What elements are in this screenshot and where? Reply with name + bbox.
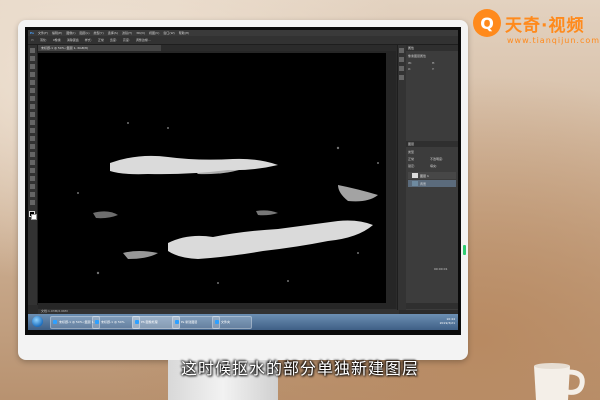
layer-actions-bar (406, 303, 458, 309)
menu-item[interactable]: 文件(F) (38, 31, 48, 35)
dodge-tool-icon[interactable] (30, 152, 35, 157)
layer-name: 背景 (420, 181, 427, 186)
crop-tool-icon[interactable] (30, 80, 35, 85)
system-tray-clock[interactable]: 10:44 2019/3/21 (440, 317, 455, 325)
history-icon[interactable] (399, 48, 404, 53)
options-bar: ▭ 羽化: 0像素 消除锯齿 样式: 正常 宽度: 高度: 调整边缘... (28, 36, 458, 45)
property-x: X: (408, 67, 412, 71)
layer-row-layer-1[interactable]: 图层 1 (408, 172, 456, 179)
right-panels: 属性 像素图层属性 W: H: X: Y: 图层 类型 正常 不透明度: 锁定:… (406, 45, 458, 310)
property-y: Y: (432, 67, 435, 71)
start-button[interactable] (32, 316, 43, 327)
ps-logo-icon[interactable]: Ps (30, 31, 34, 35)
monitor-power-light (463, 245, 466, 255)
monitor-bezel: Ps 文件(F) 编辑(E) 图像(I) 图层(L) 类型(Y) 选择(S) 滤… (25, 27, 461, 335)
brand-logo-icon: Q (473, 9, 501, 37)
option-label: 羽化: (39, 38, 47, 42)
type-tool-icon[interactable] (30, 168, 35, 173)
brand-name: 天奇·视频 (505, 16, 585, 36)
photoshop-window: Ps 文件(F) 编辑(E) 图像(I) 图层(L) 类型(Y) 选择(S) 滤… (28, 30, 458, 330)
refine-edge-button[interactable]: 调整边缘... (136, 38, 151, 42)
menu-item[interactable]: 帮助(H) (179, 31, 190, 35)
option-label: 样式: (84, 38, 92, 42)
brush-preset-icon[interactable] (399, 66, 404, 71)
path-select-tool-icon[interactable] (30, 176, 35, 181)
menu-item[interactable]: 滤镜(T) (122, 31, 132, 35)
lock-label: 锁定: (408, 164, 416, 168)
brush-tool-icon[interactable] (30, 104, 35, 109)
shape-tool-icon[interactable] (30, 184, 35, 189)
timeline-clock: 00:00:01 (434, 267, 448, 271)
eraser-tool-icon[interactable] (30, 128, 35, 133)
lasso-tool-icon[interactable] (30, 64, 35, 69)
brand-logo: Q 天奇·视频 www.tianqijun.com (473, 8, 599, 52)
stamp-tool-icon[interactable] (30, 112, 35, 117)
character-icon[interactable] (399, 75, 404, 80)
monitor: Ps 文件(F) 编辑(E) 图像(I) 图层(L) 类型(Y) 选择(S) 滤… (18, 20, 468, 360)
hand-tool-icon[interactable] (30, 192, 35, 197)
gradient-tool-icon[interactable] (30, 136, 35, 141)
menu-item[interactable]: 图层(L) (80, 31, 90, 35)
layer-name: 图层 1 (420, 173, 429, 178)
marquee-tool-icon[interactable]: ▭ (31, 38, 34, 42)
pen-tool-icon[interactable] (30, 160, 35, 165)
history-brush-tool-icon[interactable] (30, 120, 35, 125)
eyedropper-tool-icon[interactable] (30, 88, 35, 93)
menu-item[interactable]: 图像(I) (66, 31, 75, 35)
move-tool-icon[interactable] (30, 48, 35, 53)
antialias-checkbox[interactable]: 消除锯齿 (67, 38, 79, 42)
menu-item[interactable]: 视图(V) (149, 31, 159, 35)
brand-url: www.tianqijun.com (507, 36, 600, 45)
quick-select-tool-icon[interactable] (30, 72, 35, 77)
marquee-tool-icon[interactable] (30, 56, 35, 61)
option-label: 宽度: (109, 38, 117, 42)
blur-tool-icon[interactable] (30, 144, 35, 149)
water-extraction-image (38, 53, 386, 303)
panel-icon-strip (397, 45, 406, 310)
menu-item[interactable]: 类型(Y) (94, 31, 104, 35)
fill-field[interactable]: 填充: (430, 164, 437, 168)
opacity-field[interactable]: 不透明度: (430, 157, 443, 161)
feather-input[interactable]: 0像素 (53, 38, 61, 42)
actions-icon[interactable] (399, 57, 404, 62)
tab-layers[interactable]: 图层 (406, 141, 458, 147)
menu-item[interactable]: 选择(S) (108, 31, 118, 35)
tools-panel (28, 45, 38, 305)
option-label: 高度: (122, 38, 130, 42)
zoom-tool-icon[interactable] (30, 200, 35, 205)
menu-item[interactable]: 窗口(W) (163, 31, 174, 35)
properties-title: 像素图层属性 (408, 54, 427, 58)
windows-taskbar: 未标题-1 @ 50% (图层 1, RGB/8) 未标题-1 @ 50% PS… (28, 314, 458, 330)
tray-date: 2019/3/21 (439, 321, 455, 325)
layer-row-background[interactable]: 背景 (408, 180, 456, 187)
background-color-swatch[interactable] (31, 214, 37, 220)
healing-tool-icon[interactable] (30, 96, 35, 101)
blend-mode-select[interactable]: 正常 (408, 157, 414, 161)
style-select[interactable]: 正常 (98, 38, 104, 42)
tab-properties[interactable]: 属性 (406, 45, 458, 51)
layer-thumbnail (412, 181, 418, 186)
taskbar-item[interactable]: 文件夹 (212, 316, 252, 329)
image-canvas[interactable] (38, 53, 386, 303)
layer-filter-select[interactable]: 类型 (408, 150, 414, 154)
menu-item[interactable]: 3D(D) (136, 31, 145, 35)
video-subtitle: 这时候抠水的部分单独新建图层 (180, 359, 419, 378)
property-w: W: (408, 61, 412, 65)
layer-thumbnail (412, 173, 418, 178)
property-h: H: (432, 61, 436, 65)
menu-item[interactable]: 编辑(E) (52, 31, 62, 35)
